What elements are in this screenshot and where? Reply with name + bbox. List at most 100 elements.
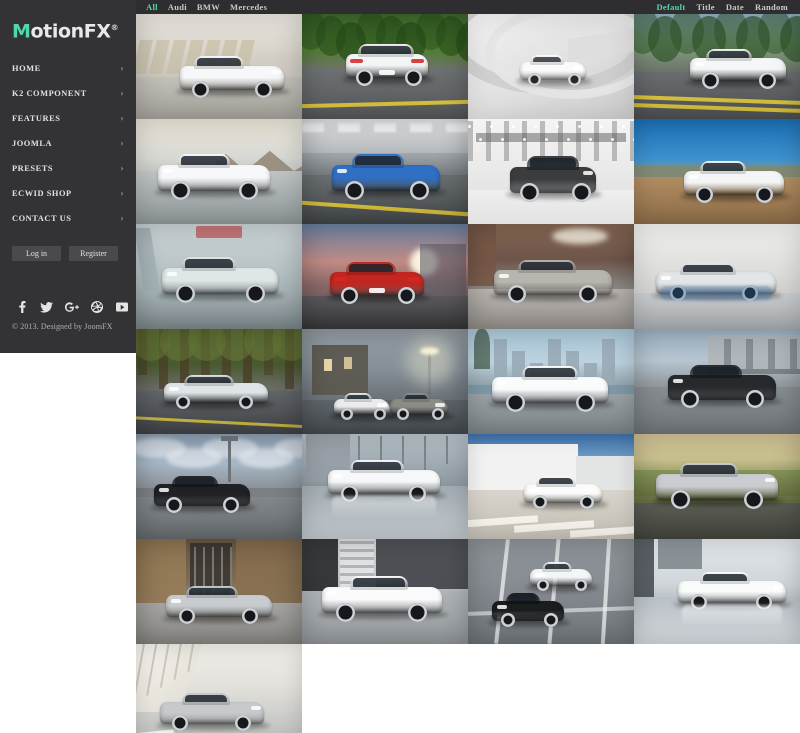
sort-date[interactable]: Date xyxy=(726,0,744,14)
chevron-right-icon: › xyxy=(120,63,124,74)
gallery-item[interactable] xyxy=(468,539,634,644)
gallery-item-image xyxy=(634,14,800,119)
gallery-item-image xyxy=(634,329,800,434)
gallery-item-image xyxy=(468,224,634,329)
gallery-item-image xyxy=(468,329,634,434)
gallery-item[interactable] xyxy=(634,329,800,434)
gallery-item-image xyxy=(136,224,302,329)
gallery-item[interactable] xyxy=(136,14,302,119)
gallery-item-image xyxy=(468,539,634,644)
portfolio-grid xyxy=(136,14,800,733)
gallery-item-image xyxy=(302,434,468,539)
sidebar-item-features[interactable]: FEATURES › xyxy=(0,106,136,131)
gallery-item[interactable] xyxy=(634,119,800,224)
gallery-item-image xyxy=(634,539,800,644)
sidebar-item-ecwid-shop[interactable]: ECWID SHOP › xyxy=(0,181,136,206)
category-filter-group: All Audi BMW Mercedes xyxy=(136,0,267,14)
dribbble-icon[interactable] xyxy=(84,298,109,316)
logo-text: otionFX xyxy=(30,20,111,43)
gallery-item-image xyxy=(136,329,302,434)
sidebar-item-joomla[interactable]: JOOMLA › xyxy=(0,131,136,156)
gallery-item[interactable] xyxy=(136,119,302,224)
gallery-item-image xyxy=(634,224,800,329)
register-button[interactable]: Register xyxy=(69,246,118,262)
gallery-item-image xyxy=(136,14,302,119)
gallery-item[interactable] xyxy=(634,224,800,329)
sidebar-item-label: K2 COMPONENT xyxy=(12,89,87,99)
sort-default[interactable]: Default xyxy=(656,0,685,14)
chevron-right-icon: › xyxy=(120,138,124,149)
sort-option-group: Default Title Date Random xyxy=(656,0,800,14)
google-plus-icon[interactable] xyxy=(59,298,84,316)
site-logo[interactable]: MotionFX® xyxy=(12,17,136,42)
gallery-item-image xyxy=(302,329,468,434)
gallery-item[interactable] xyxy=(634,539,800,644)
sort-random[interactable]: Random xyxy=(755,0,788,14)
chevron-right-icon: › xyxy=(120,188,124,199)
logo-first-letter: M xyxy=(12,20,31,43)
gallery-item-image xyxy=(468,434,634,539)
chevron-right-icon: › xyxy=(120,163,124,174)
sidebar: MotionFX® HOME › K2 COMPONENT › FEATURES › JOO… xyxy=(0,0,136,353)
gallery-item[interactable] xyxy=(136,539,302,644)
gallery-item[interactable] xyxy=(302,329,468,434)
page-root: All Audi BMW Mercedes Default Title Date Rando… xyxy=(0,0,800,733)
social-links xyxy=(9,298,136,316)
gallery-item[interactable] xyxy=(468,434,634,539)
sidebar-item-contact-us[interactable]: CONTACT US › xyxy=(0,206,136,231)
gallery-item[interactable] xyxy=(468,119,634,224)
main-navigation: HOME › K2 COMPONENT › FEATURES › JOOMLA › PRESET… xyxy=(0,56,136,231)
filter-audi[interactable]: Audi xyxy=(168,0,187,14)
gallery-item-image xyxy=(468,14,634,119)
copyright-text: © 2013. Designed by JoomFX xyxy=(12,322,113,332)
sidebar-item-label: FEATURES xyxy=(12,114,61,124)
youtube-icon[interactable] xyxy=(109,298,134,316)
gallery-item[interactable] xyxy=(302,119,468,224)
gallery-item[interactable] xyxy=(302,434,468,539)
gallery-item[interactable] xyxy=(136,644,302,733)
gallery-item-image xyxy=(136,539,302,644)
gallery-item-image xyxy=(136,434,302,539)
sidebar-item-label: ECWID SHOP xyxy=(12,189,72,199)
gallery-item-image xyxy=(468,119,634,224)
gallery-item-image xyxy=(302,224,468,329)
gallery-item[interactable] xyxy=(468,329,634,434)
gallery-item-image xyxy=(634,119,800,224)
sidebar-item-home[interactable]: HOME › xyxy=(0,56,136,81)
sidebar-item-label: PRESETS xyxy=(12,164,54,174)
chevron-right-icon: › xyxy=(120,113,124,124)
gallery-item[interactable] xyxy=(136,329,302,434)
gallery-item-image xyxy=(136,644,302,733)
facebook-icon[interactable] xyxy=(9,298,34,316)
filter-all[interactable]: All xyxy=(146,0,158,14)
gallery-item[interactable] xyxy=(634,434,800,539)
sort-title[interactable]: Title xyxy=(696,0,714,14)
login-button[interactable]: Log in xyxy=(12,246,61,262)
gallery-item-image xyxy=(302,539,468,644)
twitter-icon[interactable] xyxy=(34,298,59,316)
gallery-item[interactable] xyxy=(468,14,634,119)
chevron-right-icon: › xyxy=(120,213,124,224)
portfolio-toolbar: All Audi BMW Mercedes Default Title Date Rando… xyxy=(136,0,800,14)
gallery-item[interactable] xyxy=(468,224,634,329)
filter-bmw[interactable]: BMW xyxy=(197,0,220,14)
sidebar-item-label: JOOMLA xyxy=(12,139,53,149)
sidebar-item-k2-component[interactable]: K2 COMPONENT › xyxy=(0,81,136,106)
gallery-item-image xyxy=(302,119,468,224)
gallery-item[interactable] xyxy=(302,14,468,119)
sidebar-item-presets[interactable]: PRESETS › xyxy=(0,156,136,181)
auth-button-group: Log in Register xyxy=(12,246,136,262)
gallery-item[interactable] xyxy=(302,539,468,644)
gallery-item[interactable] xyxy=(302,224,468,329)
chevron-right-icon: › xyxy=(120,88,124,99)
gallery-item[interactable] xyxy=(136,224,302,329)
gallery-item-image xyxy=(302,14,468,119)
gallery-item-image xyxy=(634,434,800,539)
gallery-item[interactable] xyxy=(136,434,302,539)
sidebar-item-label: CONTACT US xyxy=(12,214,72,224)
gallery-item[interactable] xyxy=(634,14,800,119)
logo-registered-mark: ® xyxy=(110,23,119,32)
filter-mercedes[interactable]: Mercedes xyxy=(230,0,267,14)
gallery-item-image xyxy=(136,119,302,224)
sidebar-item-label: HOME xyxy=(12,64,41,74)
